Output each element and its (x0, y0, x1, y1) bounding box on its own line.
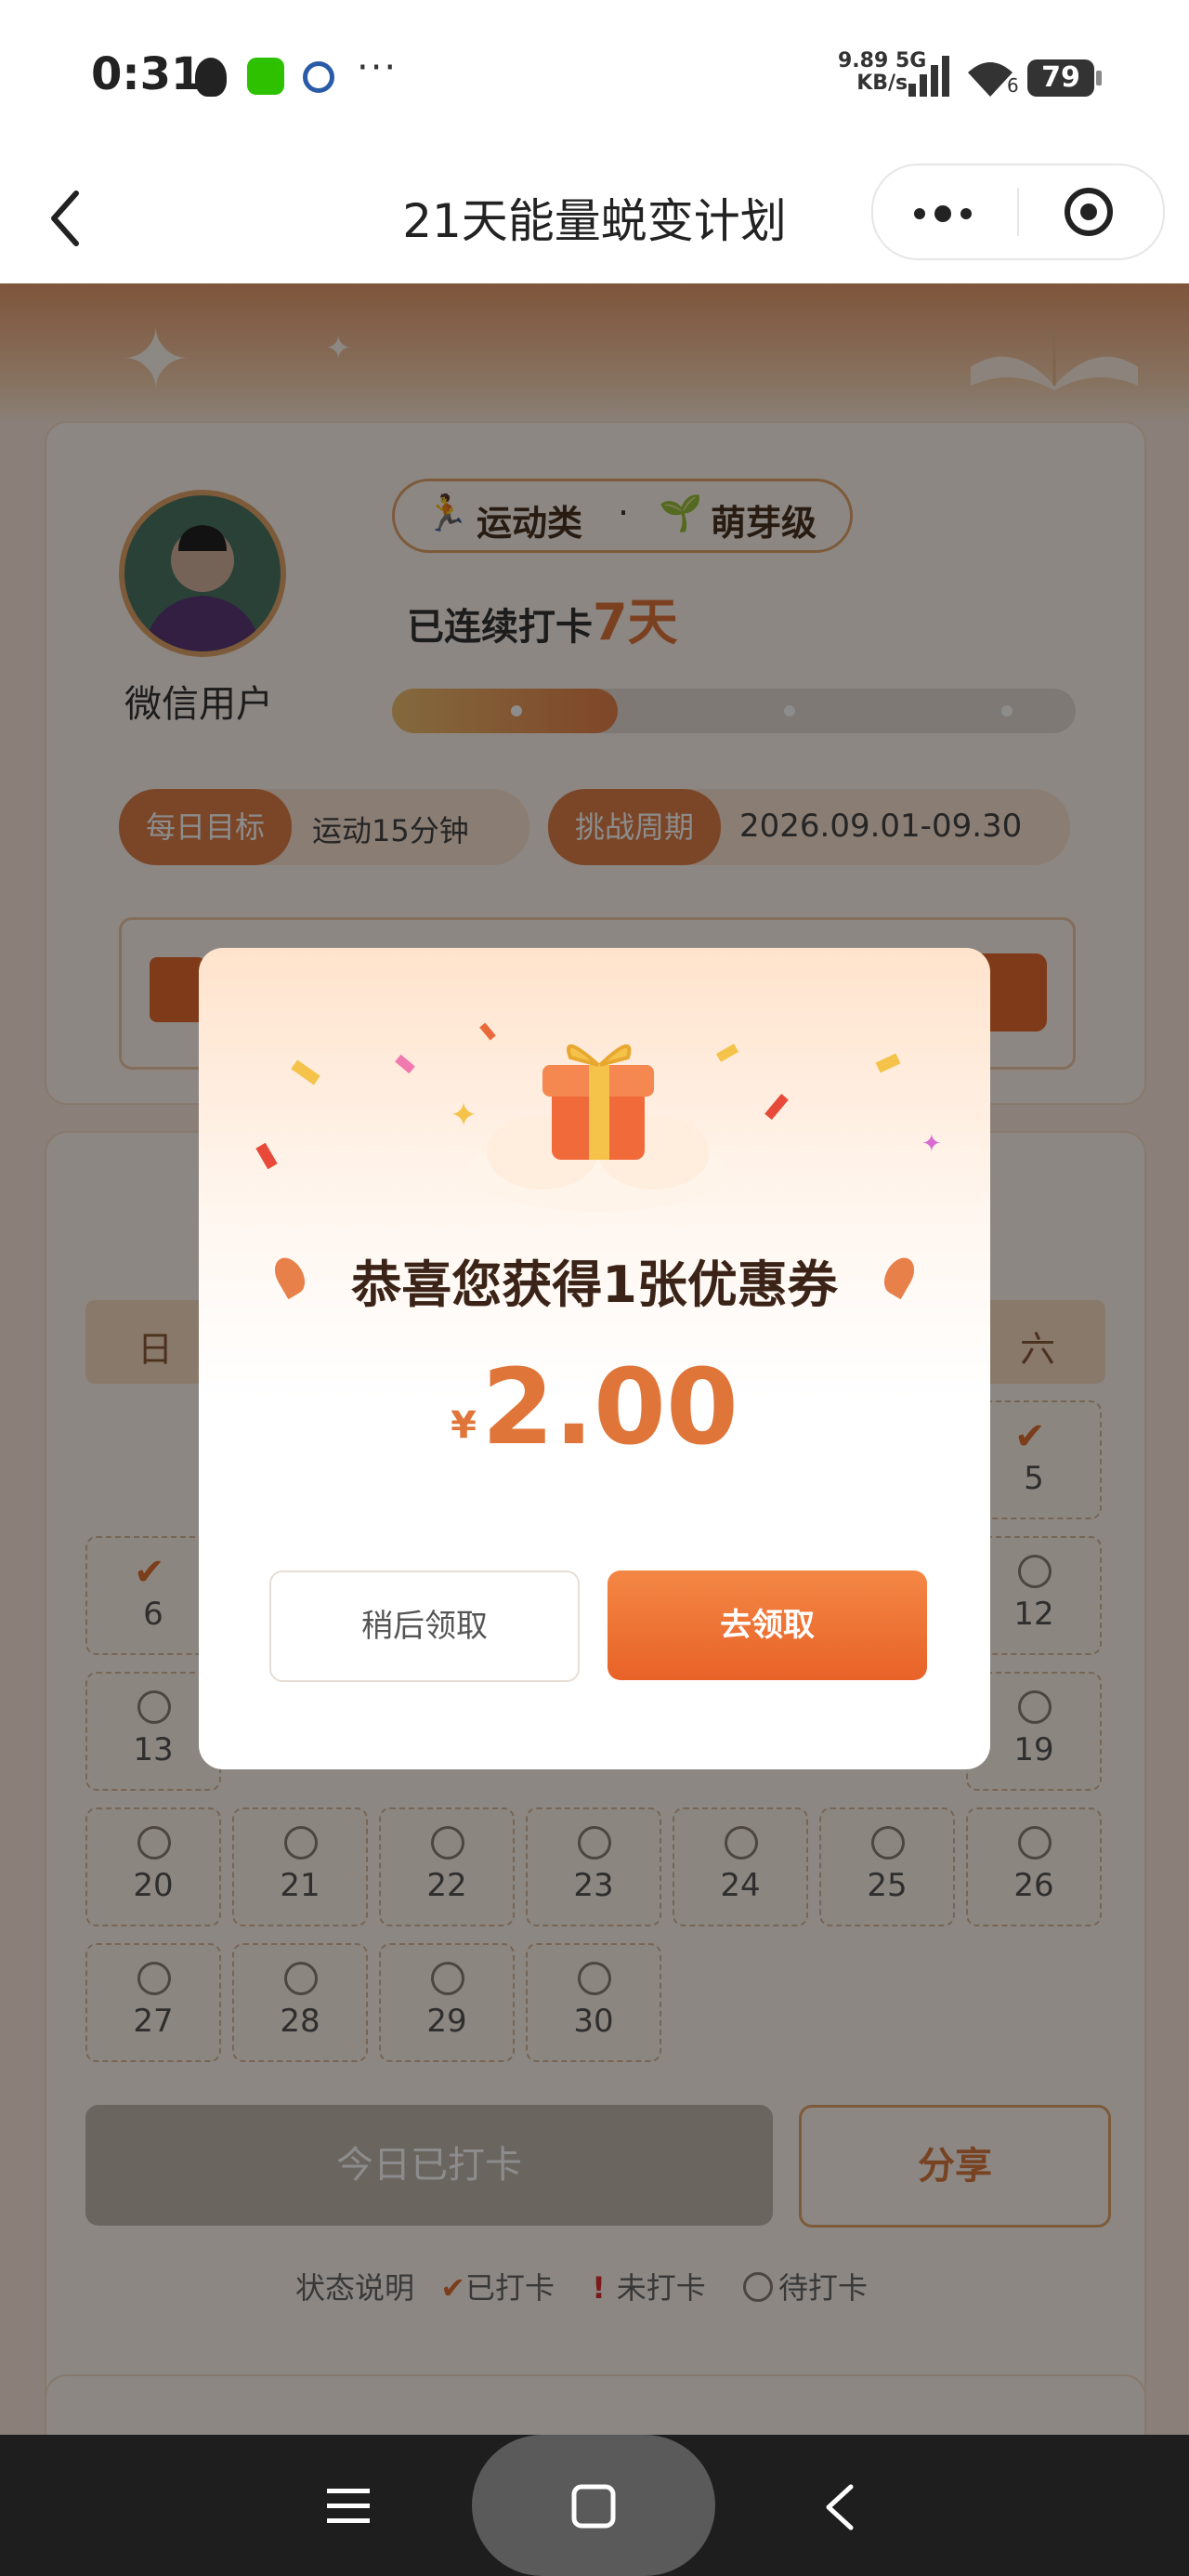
more-menu-button[interactable] (910, 193, 981, 230)
more-notifications-icon: ··· (357, 46, 399, 89)
coupon-amount: ¥ 2.00 (199, 1347, 990, 1468)
miniprogram-capsule (871, 164, 1165, 260)
system-navigation-bar (0, 2435, 1189, 2576)
amount-value: 2.00 (481, 1347, 738, 1468)
more-dots-icon (914, 208, 925, 219)
sparkle-icon: ✦ (450, 1097, 478, 1135)
confetti-icon (395, 1054, 415, 1074)
close-miniprogram-button[interactable] (1065, 188, 1113, 236)
menu-icon[interactable] (327, 2485, 370, 2528)
currency-symbol: ¥ (451, 1404, 477, 1447)
battery-tip (1096, 71, 1102, 85)
more-dots-icon-right (960, 208, 972, 219)
sparkle-icon: ✦ (921, 1130, 942, 1158)
app-notification-icon (303, 61, 334, 93)
capsule-divider (1017, 188, 1019, 236)
back-button[interactable] (43, 186, 89, 251)
confetti-icon (255, 1142, 278, 1170)
more-dots-icon-center (934, 205, 951, 222)
home-square-icon[interactable] (570, 2483, 617, 2530)
coupon-reward-modal: ✦ ✦ 恭喜您获得1张优惠券 ¥ 2.00 稍后领取 去领取 (199, 948, 990, 1769)
target-icon (1080, 204, 1097, 220)
confetti-icon (875, 1053, 901, 1073)
wechat-icon (247, 58, 284, 95)
claim-now-button[interactable]: 去领取 (608, 1571, 927, 1680)
back-arrow-icon[interactable] (821, 2481, 858, 2533)
wifi-band: 6 (1007, 74, 1019, 97)
claim-later-button[interactable]: 稍后领取 (269, 1571, 580, 1682)
confetti-icon (764, 1094, 789, 1120)
modal-title: 恭喜您获得1张优惠券 (351, 1255, 838, 1314)
status-time: 0:31 (91, 48, 203, 100)
confetti-icon (291, 1059, 320, 1085)
qq-icon (195, 58, 227, 97)
status-bar: 0:31 ··· 9.89 5G KB/s 6 79 (0, 0, 1189, 158)
net-speed-value: 9.89 (838, 49, 889, 72)
battery-indicator: 79 (1027, 59, 1094, 97)
gift-box-illustration (468, 1044, 728, 1212)
navigation-bar: 21天能量蜕变计划 (0, 158, 1189, 283)
signal-icon (908, 56, 949, 97)
